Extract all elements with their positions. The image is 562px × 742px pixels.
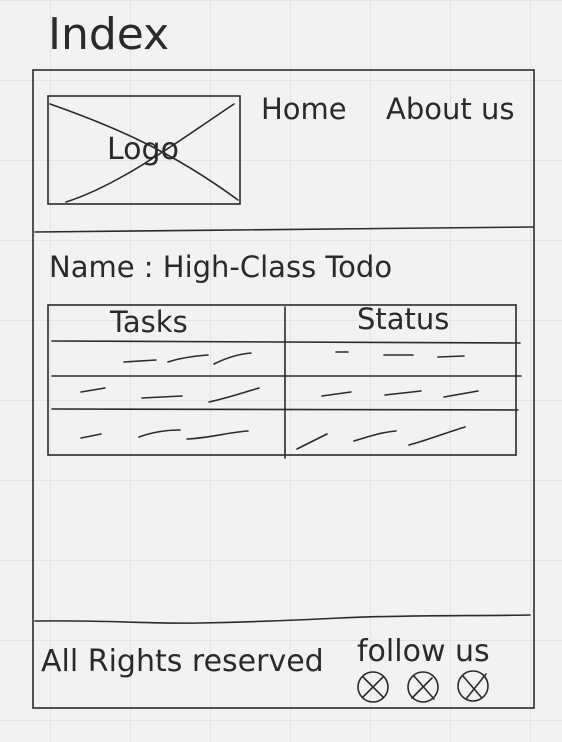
cell-scribble <box>123 359 157 363</box>
cell-scribble <box>80 433 102 439</box>
cell-scribble <box>353 430 397 442</box>
cell-scribble <box>437 355 465 358</box>
cell-scribble <box>321 391 352 397</box>
footer-rights: All Rights reserved <box>41 644 324 679</box>
column-header-status: Status <box>357 302 450 336</box>
header-divider <box>34 226 534 233</box>
nav-home-link[interactable]: Home <box>261 92 347 126</box>
cell-scribble <box>208 387 260 403</box>
column-header-tasks: Tasks <box>110 305 188 339</box>
logo-label: Logo <box>107 132 179 167</box>
page-title: Index <box>48 9 170 60</box>
social-icon[interactable] <box>357 671 389 703</box>
cell-scribble <box>141 395 183 399</box>
cell-scribble <box>138 429 181 438</box>
table-row <box>80 426 466 450</box>
project-name: Name : High-Class Todo <box>49 250 393 284</box>
table-row <box>80 387 479 403</box>
cell-scribble <box>167 354 209 363</box>
cell-scribble <box>186 430 249 440</box>
social-icon[interactable] <box>457 670 489 702</box>
footer-divider <box>34 614 531 624</box>
footer-follow-label: follow us <box>357 634 490 669</box>
cell-scribble <box>296 433 328 450</box>
cell-scribble <box>443 390 479 398</box>
cell-scribble <box>384 390 422 396</box>
cell-scribble <box>213 352 252 365</box>
social-icon[interactable] <box>407 671 439 703</box>
nav-about-link[interactable]: About us <box>386 92 514 126</box>
table-row <box>123 351 465 365</box>
cell-scribble <box>408 426 466 446</box>
cell-scribble <box>80 387 106 393</box>
